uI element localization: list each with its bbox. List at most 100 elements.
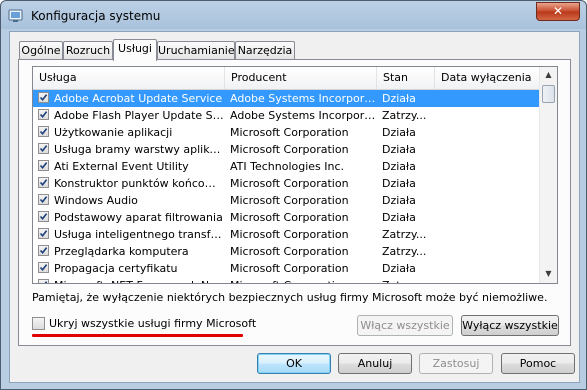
service-vendor: Microsoft Corporation (230, 143, 349, 156)
service-vendor: Adobe Systems Incorporated (230, 109, 376, 122)
close-icon: ✕ (552, 4, 564, 18)
service-disabled-date (440, 243, 536, 260)
column-header-status[interactable]: Stan (377, 67, 435, 89)
service-name: Konstruktor punktów końcowych... (54, 177, 224, 190)
help-button[interactable]: Pomoc (501, 353, 575, 374)
checkmark-icon (39, 213, 48, 221)
service-checkbox[interactable] (38, 177, 49, 188)
title-bar[interactable]: Konfiguracja systemu ✕ (1, 1, 586, 31)
tab-services[interactable]: Usługi (113, 39, 157, 61)
services-list[interactable]: Usługa Producent Stan Data wyłączenia Ad… (32, 66, 558, 284)
dialog-client-area: Ogólne Rozruch Usługi Uruchamianie Narzę… (9, 31, 580, 383)
checkmark-icon (39, 264, 48, 272)
service-name: Adobe Acrobat Update Service (54, 92, 223, 105)
service-status: Zatrzy... (382, 109, 427, 122)
scroll-down-icon[interactable]: ▼ (541, 266, 556, 282)
service-name: Propagacja certyfikatu (54, 262, 178, 275)
table-row[interactable]: Adobe Flash Player Update Service Adobe S… (33, 107, 539, 124)
system-config-window: Konfiguracja systemu ✕ Ogólne Rozruch Us… (0, 0, 587, 390)
table-row[interactable]: Usługa inteligentnego transferu ... Micro… (33, 226, 539, 243)
service-vendor: Microsoft Corporation (230, 126, 349, 139)
service-status: Działa (382, 160, 416, 173)
services-panel: Usługa Producent Stan Data wyłączenia Ad… (18, 59, 571, 346)
service-checkbox[interactable] (38, 279, 49, 283)
service-vendor: Microsoft Corporation (230, 211, 349, 224)
service-checkbox[interactable] (38, 143, 49, 154)
service-vendor: Adobe Systems Incorporated (230, 92, 376, 105)
hide-ms-services-checkbox[interactable] (32, 317, 45, 330)
service-status: Działa (382, 177, 416, 190)
checkmark-icon (39, 94, 48, 102)
service-status: Zatrzy... (382, 245, 427, 258)
table-row[interactable]: Adobe Acrobat Update Service Adobe System… (33, 90, 539, 107)
service-checkbox[interactable] (38, 92, 49, 103)
disable-all-button[interactable]: Wyłącz wszystkie (461, 315, 559, 336)
table-row[interactable]: Ati External Event Utility ATI Technologi… (33, 158, 539, 175)
service-checkbox[interactable] (38, 228, 49, 239)
service-checkbox[interactable] (38, 194, 49, 205)
column-header-service[interactable]: Usługa (33, 67, 225, 89)
service-checkbox[interactable] (38, 211, 49, 222)
checkmark-icon (39, 247, 48, 255)
enable-all-button[interactable]: Włącz wszystkie (357, 315, 453, 336)
tab-general[interactable]: Ogólne (19, 41, 63, 60)
checkmark-icon (39, 145, 48, 153)
service-vendor: ATI Technologies Inc. (230, 160, 345, 173)
column-header-vendor[interactable]: Producent (225, 67, 377, 89)
service-name: Ati External Event Utility (54, 160, 189, 173)
service-checkbox[interactable] (38, 109, 49, 120)
annotation-underline (32, 334, 243, 337)
cancel-button[interactable]: Anuluj (338, 353, 412, 374)
ok-button[interactable]: OK (257, 353, 331, 374)
table-row[interactable]: Użytkowanie aplikacji Microsoft Corporati… (33, 124, 539, 141)
service-vendor: Microsoft Corporation (230, 277, 376, 283)
service-disabled-date (440, 90, 536, 107)
checkmark-icon (39, 196, 48, 204)
service-disabled-date (440, 124, 536, 141)
service-vendor: Microsoft Corporation (230, 194, 349, 207)
checkmark-icon (39, 111, 48, 119)
checkmark-icon (44, 281, 48, 283)
system-config-icon (8, 9, 23, 22)
list-header: Usługa Producent Stan Data wyłączenia (33, 67, 539, 90)
service-checkbox[interactable] (38, 262, 49, 273)
service-disabled-date (440, 277, 536, 283)
service-vendor: Microsoft Corporation (230, 177, 349, 190)
apply-button[interactable]: Zastosuj (419, 353, 493, 374)
tab-tools[interactable]: Narzędzia (235, 41, 295, 60)
checkmark-icon (39, 128, 48, 136)
table-row[interactable]: Windows Audio Microsoft Corporation Działa (33, 192, 539, 209)
service-disabled-date (440, 226, 536, 243)
service-checkbox[interactable] (38, 245, 49, 256)
service-name: Przeglądarka komputera (54, 245, 189, 258)
column-header-disabled-date[interactable]: Data wyłączenia (435, 67, 539, 89)
hide-ms-services-label[interactable]: Ukryj wszystkie usługi firmy Microsoft (49, 317, 256, 330)
service-disabled-date (440, 192, 536, 209)
table-row[interactable]: Propagacja certyfikatu Microsoft Corporat… (33, 260, 539, 277)
service-checkbox[interactable] (38, 160, 49, 171)
table-row[interactable]: Przeglądarka komputera Microsoft Corporat… (33, 243, 539, 260)
scroll-up-icon[interactable]: ▲ (541, 67, 556, 83)
tab-boot[interactable]: Uruchamianie (157, 41, 235, 60)
service-name: Adobe Flash Player Update Service (54, 109, 224, 122)
service-status: Działa (382, 194, 416, 207)
service-vendor: Microsoft Corporation (230, 262, 349, 275)
table-row[interactable]: Microsoft .NET Framework NGEN... Microsof… (33, 277, 539, 283)
service-name: Usługa bramy warstwy aplikacji (54, 143, 224, 156)
table-row[interactable]: Konstruktor punktów końcowych... Microsof… (33, 175, 539, 192)
tab-startup[interactable]: Rozruch (63, 41, 113, 60)
service-disabled-date (440, 175, 536, 192)
close-button[interactable]: ✕ (536, 2, 580, 21)
checkmark-icon (39, 162, 48, 170)
service-vendor: Microsoft Corporation (230, 245, 349, 258)
service-checkbox[interactable] (38, 126, 49, 137)
service-status: Działa (382, 262, 416, 275)
scroll-thumb[interactable] (542, 85, 555, 103)
table-row[interactable]: Usługa bramy warstwy aplikacji Microsoft … (33, 141, 539, 158)
service-disabled-date (440, 158, 536, 175)
checkmark-icon (39, 230, 48, 238)
table-row[interactable]: Podstawowy aparat filtrowania Microsoft C… (33, 209, 539, 226)
service-name: Usługa inteligentnego transferu ... (54, 228, 224, 241)
service-status: Działa (382, 126, 416, 139)
vertical-scrollbar[interactable]: ▲ ▼ (539, 67, 557, 283)
